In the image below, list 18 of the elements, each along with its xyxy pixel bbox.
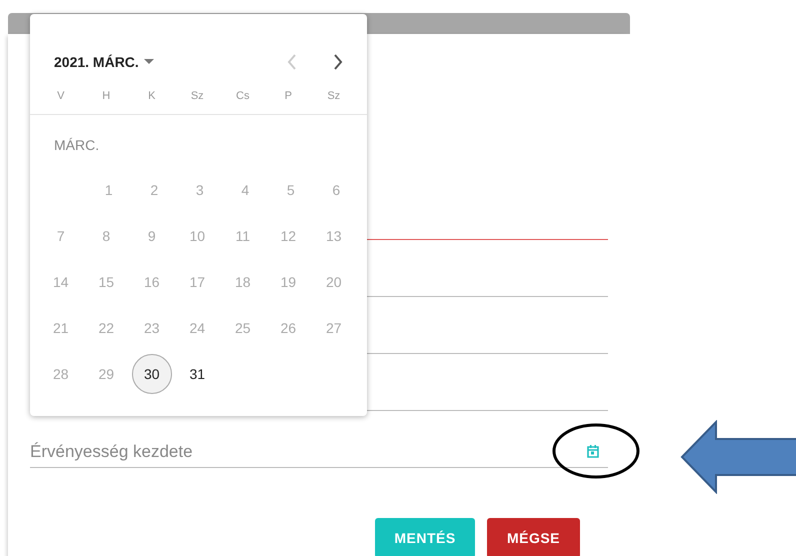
- weekday-label: K: [147, 90, 156, 104]
- weekday-label: Cs: [235, 90, 250, 104]
- weekday-label: Sz: [326, 90, 342, 104]
- input-field[interactable]: Érvényesség kezdete: [30, 411, 608, 468]
- month-label: MÁRC.: [53, 136, 100, 155]
- action-button[interactable]: MENTÉS: [375, 518, 475, 556]
- next-month-icon[interactable]: [333, 54, 343, 70]
- month-year-selector[interactable]: 2021. MÁRC.: [54, 54, 139, 70]
- calendar-day[interactable]: 30: [132, 354, 172, 394]
- weekday-label: H: [101, 90, 112, 104]
- dropdown-icon[interactable]: [144, 59, 154, 65]
- calendar-day[interactable]: 31: [177, 354, 218, 394]
- calendar-icon[interactable]: [586, 444, 600, 458]
- action-button[interactable]: MÉGSE: [487, 518, 580, 556]
- weekday-label: Sz: [190, 90, 205, 104]
- weekday-label: V: [56, 90, 66, 104]
- date-input[interactable]: Érvényesség kezdete: [30, 442, 586, 462]
- weekday-label: P: [284, 90, 293, 104]
